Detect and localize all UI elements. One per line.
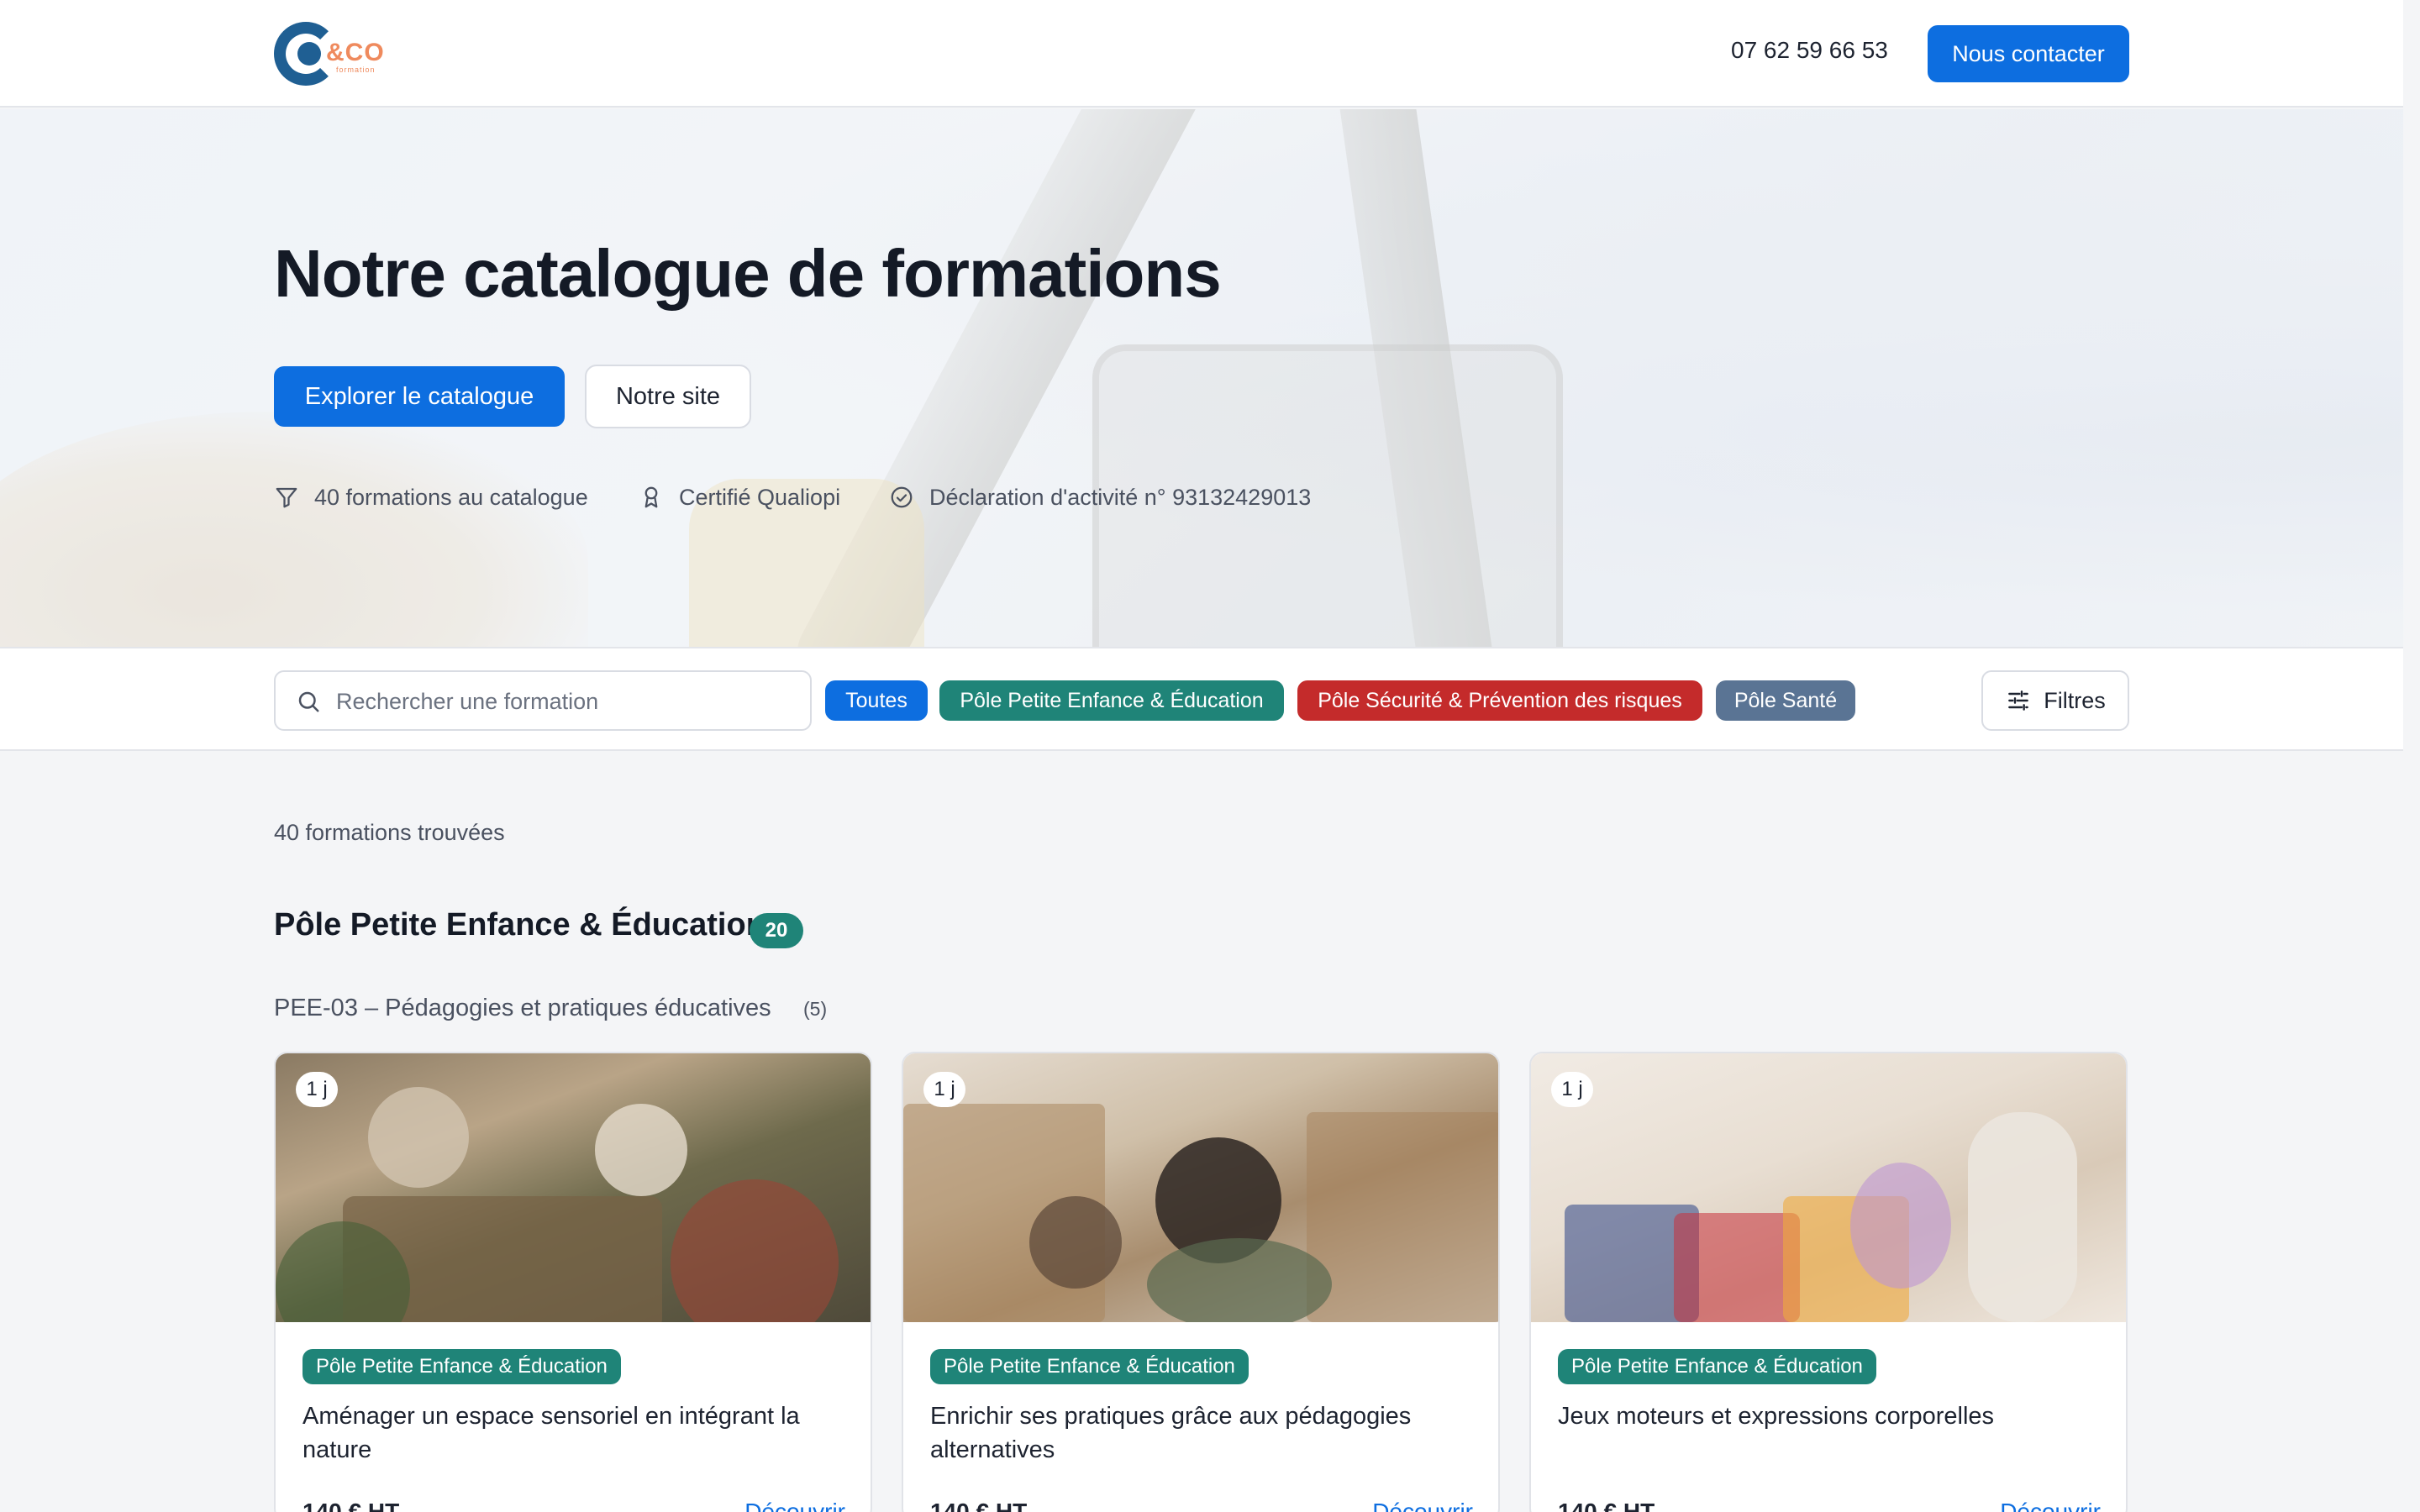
- duration-badge: 1 j: [1551, 1072, 1593, 1107]
- formation-card[interactable]: 1 j Pôle Petite Enfance & Éducation Amén…: [274, 1052, 872, 1512]
- our-site-button[interactable]: Notre site: [585, 365, 751, 428]
- card-image: [1531, 1053, 2126, 1322]
- phone-number[interactable]: 07 62 59 66 53: [1731, 37, 1888, 64]
- card-title[interactable]: Enrichir ses pratiques grâce aux pédagog…: [930, 1399, 1468, 1467]
- filters-button[interactable]: Filtres: [1981, 670, 2129, 731]
- card-discover-link[interactable]: Découvrir: [744, 1499, 845, 1512]
- filter-icon: [276, 487, 297, 508]
- card-category-tag: Pôle Petite Enfance & Éducation: [302, 1349, 621, 1384]
- site-header: &CO formation 07 62 59 66 53 Nous contac…: [0, 0, 2403, 108]
- card-category-tag: Pôle Petite Enfance & Éducation: [930, 1349, 1249, 1384]
- explore-catalog-button[interactable]: Explorer le catalogue: [274, 366, 565, 427]
- card-discover-link[interactable]: Découvrir: [2000, 1499, 2101, 1512]
- card-category-tag: Pôle Petite Enfance & Éducation: [1558, 1349, 1876, 1384]
- card-title[interactable]: Aménager un espace sensoriel en intégran…: [302, 1399, 840, 1467]
- card-price: 140 € HT: [930, 1499, 1028, 1512]
- results-count: 40 formations trouvées: [274, 820, 505, 845]
- meta-text: Déclaration d'activité n° 93132429013: [929, 484, 1312, 510]
- filter-bar: Toutes Pôle Petite Enfance & Éducation P…: [0, 647, 2403, 751]
- duration-badge: 1 j: [296, 1072, 338, 1107]
- card-title[interactable]: Jeux moteurs et expressions corporelles: [1558, 1399, 2096, 1433]
- search-icon: [298, 691, 319, 712]
- meta-text: 40 formations au catalogue: [314, 484, 588, 510]
- sliders-icon: [2008, 690, 2029, 711]
- duration-badge: 1 j: [923, 1072, 965, 1107]
- card-discover-link[interactable]: Découvrir: [1372, 1499, 1473, 1512]
- chip-petite-enfance[interactable]: Pôle Petite Enfance & Éducation: [939, 680, 1284, 721]
- logo-text: &CO: [326, 39, 385, 66]
- formation-card[interactable]: 1 j Pôle Petite Enfance & Éducation Enri…: [902, 1052, 1500, 1512]
- chip-securite[interactable]: Pôle Sécurité & Prévention des risques: [1297, 680, 1702, 721]
- meta-qualiopi: Certifié Qualiopi: [639, 480, 840, 514]
- award-icon: [644, 486, 658, 508]
- chip-sante[interactable]: Pôle Santé: [1716, 680, 1855, 721]
- section-title: Pôle Petite Enfance & Éducation: [274, 907, 765, 942]
- search-input[interactable]: [336, 682, 790, 721]
- chip-toutes[interactable]: Toutes: [825, 680, 928, 721]
- check-circle-icon: [891, 486, 913, 508]
- subsection-title: PEE-03 – Pédagogies et pratiques éducati…: [274, 995, 771, 1021]
- filters-label: Filtres: [2044, 687, 2106, 713]
- logo[interactable]: &CO formation: [274, 22, 392, 86]
- subsection-count: (5): [803, 998, 828, 1020]
- page-title: Notre catalogue de formations: [274, 236, 1222, 311]
- meta-formations-count: 40 formations au catalogue: [274, 480, 588, 514]
- meta-text: Certifié Qualiopi: [679, 484, 841, 510]
- card-price: 140 € HT: [1558, 1499, 1655, 1512]
- logo-dot: [297, 42, 321, 66]
- card-image: [903, 1053, 1498, 1322]
- search-box: [274, 670, 812, 731]
- meta-declaration: Déclaration d'activité n° 93132429013: [889, 480, 1311, 514]
- logo-subtext: formation: [336, 66, 376, 74]
- formation-card[interactable]: 1 j Pôle Petite Enfance & Éducation Jeux…: [1529, 1052, 2128, 1512]
- section-count-badge: 20: [750, 913, 803, 948]
- card-image: [276, 1053, 871, 1322]
- card-price: 140 € HT: [302, 1499, 400, 1512]
- contact-button[interactable]: Nous contacter: [1928, 25, 2129, 82]
